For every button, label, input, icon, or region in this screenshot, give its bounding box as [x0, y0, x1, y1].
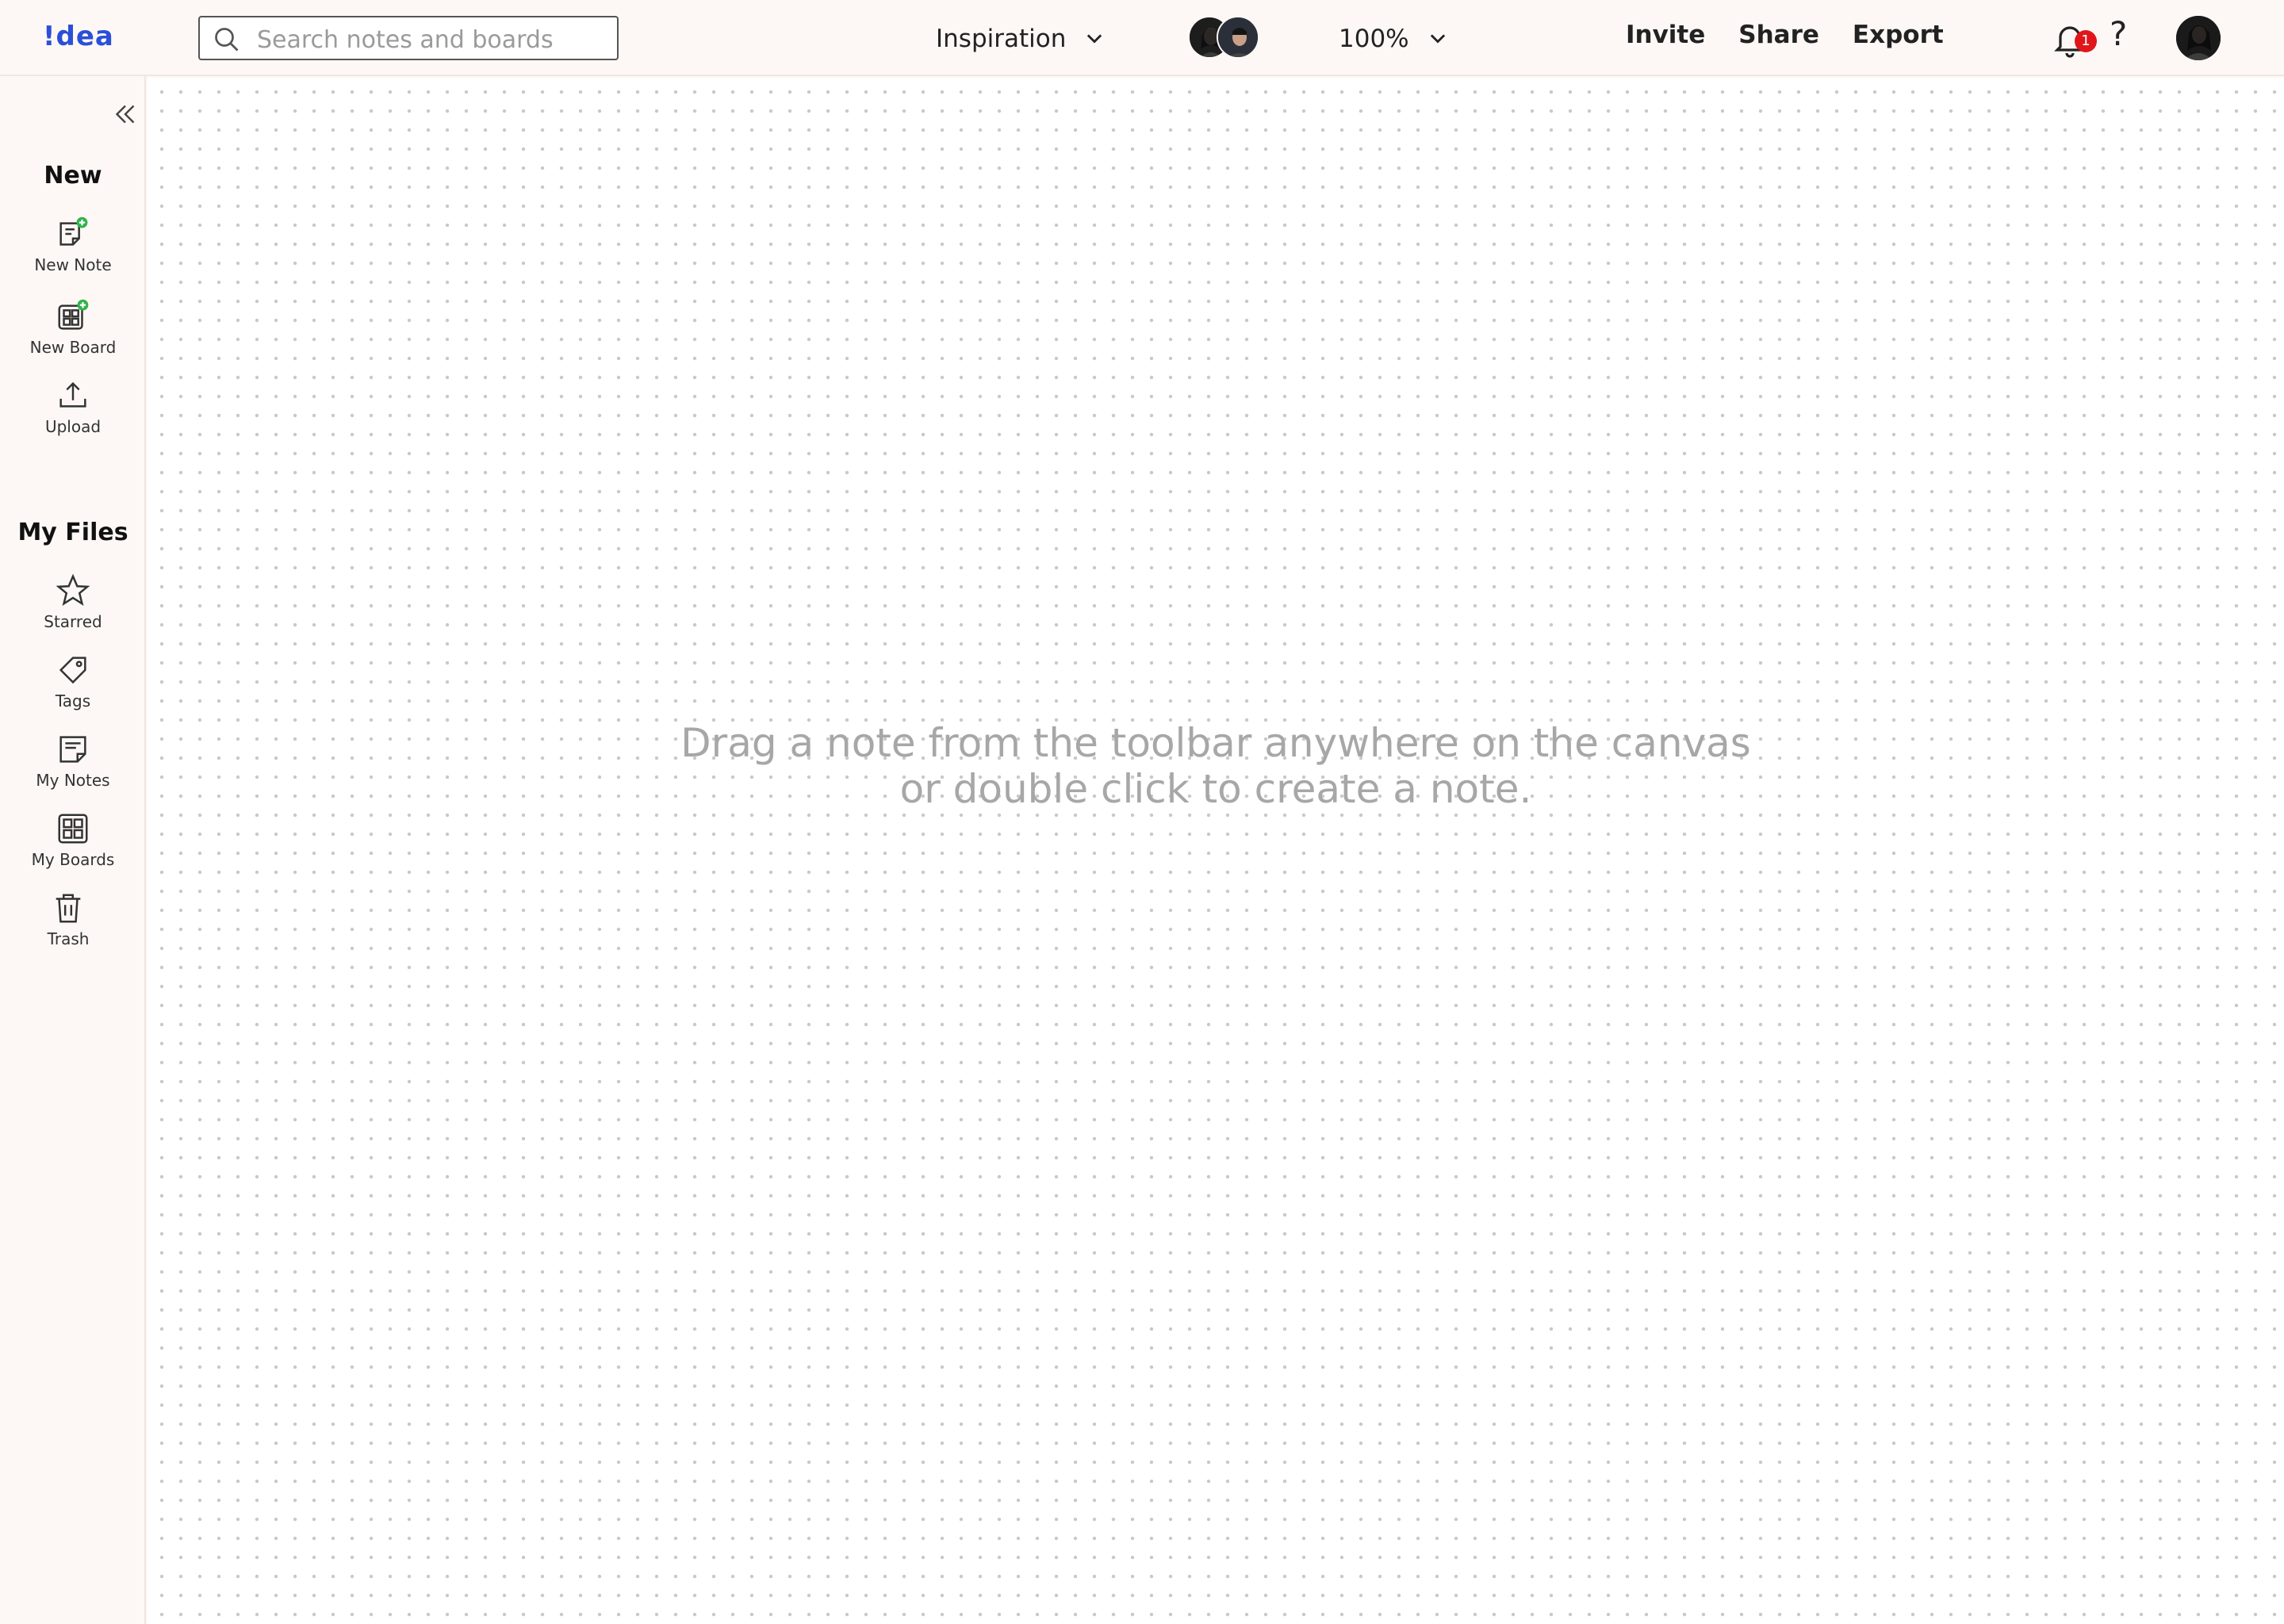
help-button[interactable]: ?: [2110, 14, 2127, 53]
search-icon: [215, 28, 239, 52]
board-canvas[interactable]: Drag a note from the toolbar anywhere on…: [148, 78, 2284, 1624]
sidebar-item-starred[interactable]: Starred: [0, 573, 146, 631]
notification-badge: 1: [2075, 30, 2097, 52]
my-files-section-title: My Files: [17, 519, 128, 546]
top-bar: !dea Inspiration: [0, 0, 2284, 76]
new-section-title: New: [44, 162, 102, 190]
sidebar-item-new-board[interactable]: New Board: [0, 298, 146, 357]
canvas-hint-line: Drag a note from the toolbar anywhere on…: [680, 720, 1751, 766]
app-logo[interactable]: !dea: [43, 21, 114, 52]
export-button[interactable]: Export: [1853, 21, 1944, 49]
sidebar-item-my-boards[interactable]: My Boards: [0, 810, 146, 869]
board-name: Inspiration: [936, 25, 1067, 53]
board-selector[interactable]: Inspiration: [936, 19, 1106, 59]
sidebar-item-label: My Boards: [31, 850, 115, 869]
zoom-level: 100%: [1339, 25, 1409, 53]
person-icon: [2176, 16, 2221, 60]
user-avatar[interactable]: [2176, 16, 2221, 60]
sidebar-item-label: Upload: [44, 417, 102, 436]
chevron-down-icon: [1087, 34, 1102, 44]
sidebar-item-label: My Notes: [36, 771, 110, 790]
new-board-icon: [58, 299, 89, 330]
sidebar-item-my-notes[interactable]: My Notes: [0, 731, 146, 790]
search-box[interactable]: [198, 16, 619, 60]
sidebar-item-label: New Note: [34, 255, 112, 274]
chevron-down-icon: [1430, 34, 1445, 44]
upload-icon: [59, 381, 86, 408]
person-icon: [1218, 17, 1258, 57]
sidebar-item-trash[interactable]: Trash: [0, 890, 141, 948]
share-button[interactable]: Share: [1738, 21, 1819, 49]
collapse-sidebar-icon[interactable]: [111, 100, 140, 128]
board-grid-icon: [58, 814, 88, 844]
sidebar: New New Note New Board Upload My Files S…: [0, 76, 146, 1624]
sidebar-item-label: New Board: [29, 338, 117, 357]
note-icon: [59, 736, 86, 763]
canvas-hint-line: or double click to create a note.: [899, 766, 1532, 812]
app: !dea Inspiration: [0, 0, 2284, 1624]
collaborator-avatar[interactable]: [1217, 16, 1259, 59]
zoom-selector[interactable]: 100%: [1339, 19, 1449, 59]
sidebar-item-label: Trash: [47, 929, 90, 948]
canvas-empty-hint: Drag a note from the toolbar anywhere on…: [148, 720, 2284, 812]
star-icon: [56, 573, 90, 607]
new-note-icon: [59, 216, 88, 246]
sidebar-item-upload[interactable]: Upload: [0, 377, 146, 436]
search-input[interactable]: [257, 24, 606, 56]
collaborator-avatars[interactable]: [1188, 16, 1259, 60]
trash-icon: [56, 894, 81, 923]
invite-button[interactable]: Invite: [1626, 21, 1705, 49]
tag-icon: [59, 657, 86, 684]
sidebar-item-new-note[interactable]: New Note: [0, 216, 146, 274]
sidebar-item-label: Tags: [55, 691, 91, 710]
sidebar-item-label: Starred: [44, 612, 102, 631]
header-actions: Invite Share Export: [1626, 21, 1944, 49]
sidebar-item-tags[interactable]: Tags: [0, 652, 146, 710]
